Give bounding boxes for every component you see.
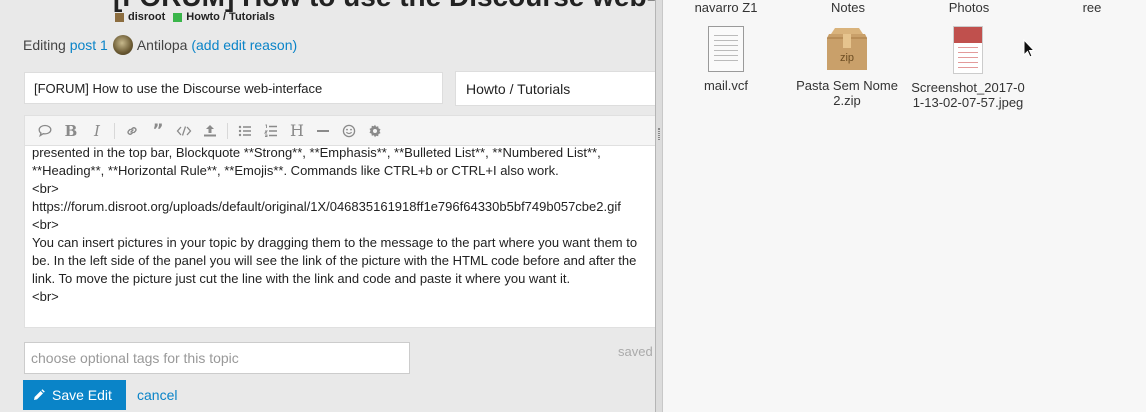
toolbar-divider xyxy=(227,122,228,139)
post-body-text: presented in the top bar, Blockquote **S… xyxy=(32,145,655,306)
link-icon[interactable] xyxy=(119,119,145,143)
bullet-list-icon[interactable] xyxy=(232,119,258,143)
draft-saved-status: saved xyxy=(618,344,653,359)
breadcrumb-item-howto[interactable]: Howto / Tutorials xyxy=(186,11,274,23)
category-select[interactable]: Howto / Tutorials xyxy=(455,71,655,106)
file-name-line-2: 1-13-02-07-57.jpeg xyxy=(912,95,1024,110)
editor-line: You can insert pictures in your topic by… xyxy=(32,235,638,250)
editing-label: Editing xyxy=(23,37,66,53)
toolbar-divider xyxy=(114,122,115,139)
file-manager-pane: navarro Z1 Notes Photos ree mail.vcf zip… xyxy=(663,0,1146,412)
add-edit-reason-link[interactable]: (add edit reason) xyxy=(191,37,297,53)
editor-line: <br> xyxy=(32,217,59,232)
vcard-file-icon xyxy=(708,26,744,72)
file-label-partial[interactable]: ree xyxy=(1037,0,1146,15)
username: Antilopa xyxy=(136,37,188,53)
breadcrumb: disroot Howto / Tutorials xyxy=(115,11,275,23)
file-item-mail-vcf[interactable]: mail.vcf xyxy=(666,26,786,93)
file-item-screenshot-jpeg[interactable]: Screenshot_2017-0 1-13-02-07-57.jpeg xyxy=(908,26,1028,110)
save-edit-label: Save Edit xyxy=(52,387,112,403)
quote-icon[interactable] xyxy=(32,119,58,143)
zip-badge: zip xyxy=(840,52,854,64)
editor-line: presented in the top bar, Blockquote **S… xyxy=(32,145,601,160)
folder-label-notes[interactable]: Notes xyxy=(793,0,903,15)
numbered-list-icon[interactable] xyxy=(258,119,284,143)
editor-line: https://forum.disroot.org/uploads/defaul… xyxy=(32,199,621,214)
file-name-line-1: Screenshot_2017-0 xyxy=(911,80,1025,95)
file-label-navarro[interactable]: navarro Z1 xyxy=(671,0,781,15)
title-input[interactable]: [FORUM] How to use the Discourse web-int… xyxy=(24,72,443,104)
editor-line: <br> xyxy=(32,181,59,196)
editor-line: <br> xyxy=(32,289,59,304)
zip-archive-icon: zip xyxy=(825,26,869,72)
file-name-line-2: 2.zip xyxy=(833,93,861,108)
category-color-swatch xyxy=(173,12,183,22)
breadcrumb-item-disroot[interactable]: disroot xyxy=(128,11,165,23)
heading-icon[interactable]: H xyxy=(284,119,310,143)
edit-header: Editing post 1 Antilopa (add edit reason… xyxy=(23,35,297,55)
category-color-swatch xyxy=(115,12,124,22)
editor-line: be. In the left side of the panel you wi… xyxy=(32,253,637,268)
file-item-zip[interactable]: zip Pasta Sem Nome 2.zip xyxy=(787,26,907,108)
avatar xyxy=(112,35,133,55)
tags-input[interactable]: choose optional tags for this topic xyxy=(24,342,410,374)
blockquote-icon[interactable]: ” xyxy=(145,119,171,143)
discourse-editor-panel: [FORUM] How to use the Discourse web-int… xyxy=(0,0,655,412)
composer-toolbar: B I ” H xyxy=(24,115,655,145)
italic-icon[interactable]: I xyxy=(84,119,110,143)
post-body-textarea[interactable]: presented in the top bar, Blockquote **S… xyxy=(24,145,655,328)
mouse-pointer-icon xyxy=(1023,39,1035,58)
bold-icon[interactable]: B xyxy=(58,119,84,143)
code-icon[interactable] xyxy=(171,119,197,143)
editor-line: link. To move the picture just cut the l… xyxy=(32,271,571,286)
jpeg-image-icon xyxy=(953,26,983,74)
cancel-link[interactable]: cancel xyxy=(137,387,177,403)
file-name: mail.vcf xyxy=(703,78,749,93)
save-edit-button[interactable]: Save Edit xyxy=(23,380,126,410)
pencil-icon xyxy=(34,389,45,400)
emoji-icon[interactable] xyxy=(336,119,362,143)
post-link[interactable]: post 1 xyxy=(70,37,108,53)
horizontal-rule-icon[interactable] xyxy=(310,119,336,143)
gear-icon[interactable] xyxy=(362,119,388,143)
upload-icon[interactable] xyxy=(197,119,223,143)
pane-splitter[interactable] xyxy=(655,0,663,412)
folder-label-photos[interactable]: Photos xyxy=(914,0,1024,15)
editor-line: **Heading**, **Horizontal Rule**, **Emoj… xyxy=(32,163,559,178)
splitter-grip xyxy=(658,128,660,140)
file-name-line-1: Pasta Sem Nome xyxy=(796,78,898,93)
